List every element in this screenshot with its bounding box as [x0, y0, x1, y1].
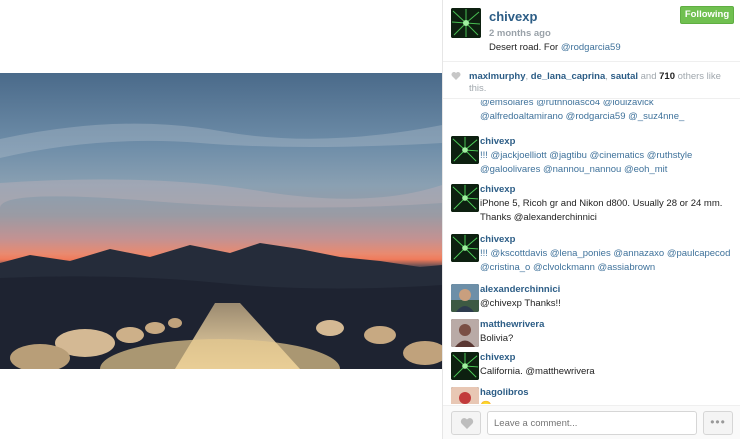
liker-link[interactable]: de_lana_caprina [531, 71, 605, 82]
comment-username[interactable]: chivexp [480, 136, 515, 147]
owner-avatar[interactable] [451, 8, 481, 38]
portrait-icon [451, 387, 479, 404]
following-button[interactable]: Following [680, 6, 734, 24]
comments-list[interactable]: @emsolares @ruthnolasco4 @louizavick @al… [443, 100, 740, 404]
comment-input[interactable] [487, 411, 697, 435]
comment-avatar[interactable] [451, 284, 479, 312]
chivexp-icon [451, 352, 479, 380]
chivexp-icon [451, 234, 479, 262]
liker-link[interactable]: sautal [611, 71, 638, 82]
desert-road-image [0, 123, 442, 369]
comment-username[interactable]: alexanderchinnici [480, 284, 560, 295]
comment-mentions[interactable]: @emsolares @ruthnolasco4 @louizavick @al… [480, 100, 684, 122]
more-options-button[interactable]: ••• [703, 411, 733, 435]
portrait-icon [451, 284, 479, 312]
likes-summary: maxlmurphy, de_lana_caprina, sautal and … [443, 63, 740, 99]
comment-text: 😊 [480, 400, 735, 404]
comment-username[interactable]: matthewrivera [480, 319, 544, 330]
photo-panel [0, 0, 442, 439]
comment-mentions[interactable]: !!! @kscottdavis @lena_ponies @annazaxo … [480, 248, 730, 273]
caption-text: Desert road. For [489, 42, 561, 53]
portrait-icon [451, 319, 479, 347]
chivexp-icon [451, 136, 479, 164]
comment-text: California. @matthewrivera [480, 366, 595, 377]
like-button[interactable] [451, 411, 481, 435]
post-photo[interactable] [0, 73, 442, 369]
comment-avatar[interactable] [451, 352, 479, 380]
caption-mention[interactable]: @rodgarcia59 [561, 42, 621, 53]
liker-link[interactable]: maxlmurphy [469, 71, 526, 82]
comment-avatar[interactable] [451, 319, 479, 347]
comment-text: @emsolares @ruthnolasco4 @louizavick @al… [480, 100, 735, 124]
comment-username[interactable]: chivexp [480, 184, 515, 195]
comment-avatar[interactable] [451, 387, 479, 404]
post-header: chivexp 2 months ago Desert road. For @r… [443, 0, 740, 62]
heart-icon [460, 418, 474, 429]
comment-avatar[interactable] [451, 136, 479, 164]
post-sidebar: chivexp 2 months ago Desert road. For @r… [443, 0, 740, 439]
comment-text: Bolivia? [480, 333, 514, 344]
likes-count[interactable]: 710 [659, 71, 675, 82]
comment-mentions[interactable]: !!! @jackjoelliott @jagtibu @cinematics … [480, 150, 692, 175]
comment-text: iPhone 5, Ricoh gr and Nikon d800. Usual… [480, 198, 723, 223]
heart-icon [451, 72, 461, 80]
comment-text: @chivexp Thanks!! [480, 298, 561, 309]
chivexp-icon [451, 184, 479, 212]
comment-username[interactable]: chivexp [480, 234, 515, 245]
comment-avatar[interactable] [451, 184, 479, 212]
likes-text: maxlmurphy, de_lana_caprina, sautal and … [469, 71, 721, 94]
likes-and: and [640, 71, 657, 82]
comment-username[interactable]: hagolibros [480, 387, 529, 398]
chivexp-icon [451, 8, 481, 38]
post-time[interactable]: 2 months ago [489, 28, 551, 39]
post-caption: Desert road. For @rodgarcia59 [489, 42, 621, 53]
comment-avatar[interactable] [451, 234, 479, 262]
comment-text: !!! @kscottdavis @lena_ponies @annazaxo … [480, 247, 735, 275]
comment-footer: ••• [443, 405, 740, 439]
comment-username[interactable]: chivexp [480, 352, 515, 363]
owner-username[interactable]: chivexp [489, 9, 537, 24]
comment-text: !!! @jackjoelliott @jagtibu @cinematics … [480, 149, 735, 177]
